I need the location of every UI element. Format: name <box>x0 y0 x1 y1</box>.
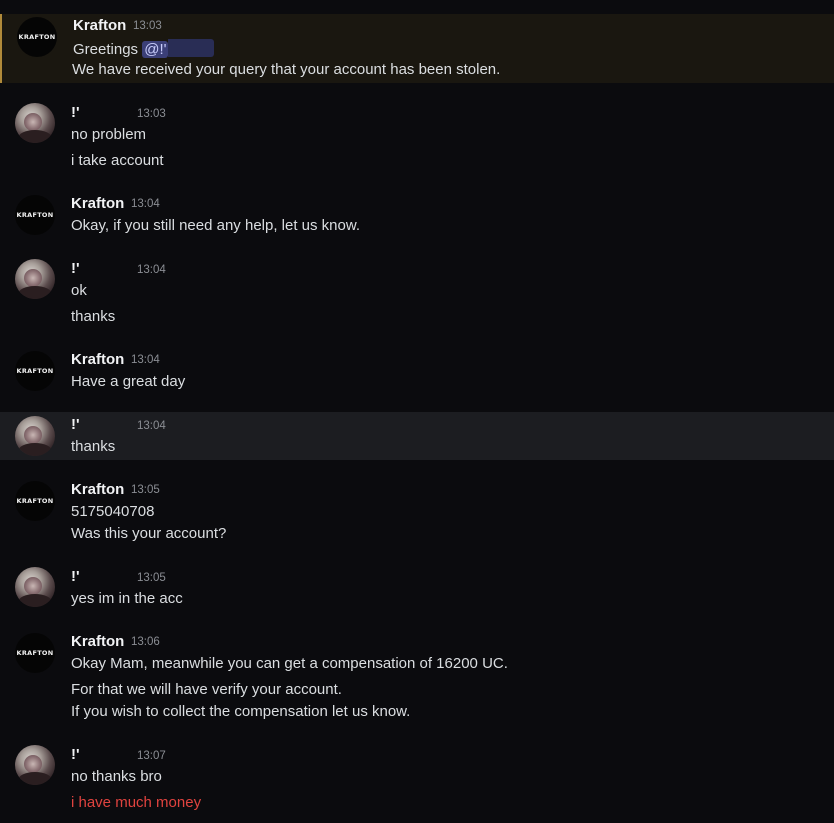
author-name[interactable]: Krafton <box>71 481 124 498</box>
message-line-red: i have much money <box>71 794 202 811</box>
redacted-mention <box>168 39 215 57</box>
message-line: thanks <box>71 438 116 455</box>
message-2[interactable]: !' 13:03 no problem i take account <box>0 98 834 176</box>
timestamp: 13:04 <box>131 198 160 210</box>
author-name[interactable]: Krafton <box>71 633 124 650</box>
krafton-avatar[interactable]: KRAFTON <box>15 481 55 521</box>
message-line: Greetings @!' <box>73 39 215 58</box>
krafton-avatar[interactable]: KRAFTON <box>17 17 57 57</box>
message-line: i take account <box>71 152 164 169</box>
message-line: We have received your query that your ac… <box>72 61 501 78</box>
timestamp: 13:03 <box>133 20 162 32</box>
timestamp: 13:04 <box>131 354 160 366</box>
greeting-text: Greetings <box>73 41 139 58</box>
krafton-logo-text: KRAFTON <box>16 211 54 219</box>
krafton-avatar[interactable]: KRAFTON <box>15 633 55 673</box>
message-line: For that we will have verify your accoun… <box>71 681 342 698</box>
user-avatar[interactable] <box>15 416 55 456</box>
message-line: Okay Mam, meanwhile you can get a compen… <box>71 655 508 672</box>
author-name[interactable]: Krafton <box>71 195 124 212</box>
author-name[interactable]: !' <box>71 416 80 433</box>
user-avatar[interactable] <box>15 259 55 299</box>
timestamp: 13:04 <box>137 420 166 432</box>
message-4[interactable]: !' 13:04 ok thanks <box>0 254 834 332</box>
message-line: thanks <box>71 308 116 325</box>
message-8[interactable]: !' 13:05 yes im in the acc <box>0 562 834 612</box>
timestamp: 13:05 <box>131 484 160 496</box>
user-mention[interactable]: @!' <box>142 41 169 58</box>
message-line: If you wish to collect the compensation … <box>71 703 411 720</box>
author-name[interactable]: Krafton <box>73 17 126 34</box>
timestamp: 13:04 <box>137 264 166 276</box>
message-6[interactable]: !' 13:04 thanks <box>0 412 834 460</box>
krafton-logo-text: KRAFTON <box>16 649 54 657</box>
krafton-avatar[interactable]: KRAFTON <box>15 195 55 235</box>
message-5[interactable]: KRAFTON Krafton 13:04 Have a great day <box>0 348 834 398</box>
message-10[interactable]: !' 13:07 no thanks bro i have much money <box>0 740 834 818</box>
message-line: ok <box>71 282 87 299</box>
timestamp: 13:03 <box>137 108 166 120</box>
message-line: no thanks bro <box>71 768 162 785</box>
author-name[interactable]: !' <box>71 568 80 585</box>
timestamp: 13:06 <box>131 636 160 648</box>
timestamp: 13:07 <box>137 750 166 762</box>
krafton-logo-text: KRAFTON <box>16 497 54 505</box>
message-line: 5175040708 <box>71 503 155 520</box>
author-name[interactable]: !' <box>71 260 80 277</box>
krafton-avatar[interactable]: KRAFTON <box>15 351 55 391</box>
message-1[interactable]: KRAFTON Krafton 13:03 Greetings @!' We h… <box>0 14 834 83</box>
message-line: yes im in the acc <box>71 590 183 607</box>
krafton-logo-text: KRAFTON <box>18 33 56 41</box>
user-avatar[interactable] <box>15 567 55 607</box>
message-9[interactable]: KRAFTON Krafton 13:06 Okay Mam, meanwhil… <box>0 630 834 726</box>
message-line: Okay, if you still need any help, let us… <box>71 217 361 234</box>
message-line: Was this your account? <box>71 525 227 542</box>
author-name[interactable]: !' <box>71 104 80 121</box>
user-avatar[interactable] <box>15 745 55 785</box>
timestamp: 13:05 <box>137 572 166 584</box>
krafton-logo-text: KRAFTON <box>16 367 54 375</box>
author-name[interactable]: !' <box>71 746 80 763</box>
user-avatar[interactable] <box>15 103 55 143</box>
message-3[interactable]: KRAFTON Krafton 13:04 Okay, if you still… <box>0 192 834 242</box>
message-line: Have a great day <box>71 373 186 390</box>
message-line: no problem <box>71 126 147 143</box>
author-name[interactable]: Krafton <box>71 351 124 368</box>
message-7[interactable]: KRAFTON Krafton 13:05 5175040708 Was thi… <box>0 478 834 548</box>
